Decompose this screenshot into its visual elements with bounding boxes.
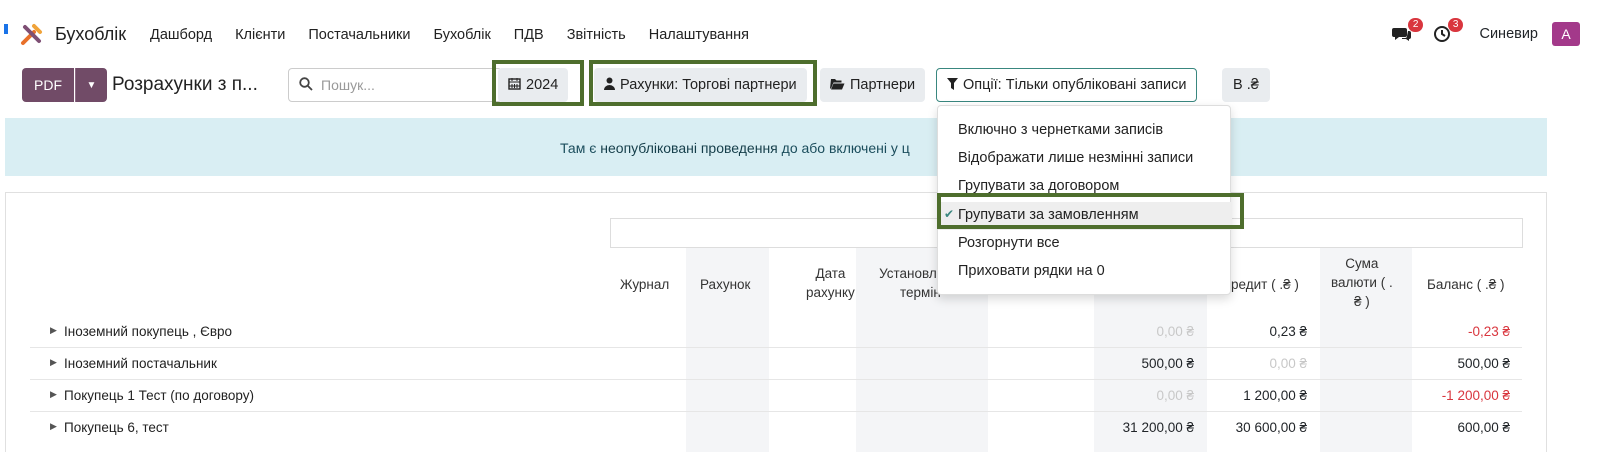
- menu-item-customers[interactable]: Клієнти: [235, 27, 285, 43]
- search-input[interactable]: [321, 77, 491, 93]
- partner-name: Іноземний постачальник: [64, 356, 217, 371]
- debit-value: 31 200,00 ₴: [1122, 420, 1194, 435]
- folder-open-icon: [830, 78, 845, 93]
- checkmark-icon: ✔: [944, 207, 955, 221]
- activity-clock-icon[interactable]: 3: [1429, 18, 1464, 46]
- balance-value: 500,00 ₴: [1457, 356, 1510, 371]
- balance-value: 600,00 ₴: [1457, 420, 1510, 435]
- company-switcher[interactable]: Синевир: [1479, 26, 1538, 42]
- col-due-line1: Установл: [879, 266, 937, 281]
- balance-value: -0,23 ₴: [1467, 324, 1510, 339]
- option-expand-all[interactable]: Розгорнути все: [958, 235, 1060, 251]
- partners-filter-label: Партнери: [850, 77, 916, 93]
- col-account: Рахунок: [700, 277, 751, 292]
- credit-value: 1 200,00 ₴: [1243, 388, 1307, 403]
- table-row[interactable]: ▶ Іноземний постачальник 500,00 ₴ 0,00 ₴…: [30, 348, 1522, 380]
- expand-caret-icon[interactable]: ▶: [50, 357, 57, 368]
- debit-value: 500,00 ₴: [1141, 356, 1194, 371]
- col-journal: Журнал: [620, 277, 670, 292]
- expand-caret-icon[interactable]: ▶: [50, 389, 57, 400]
- nav-accent-bar: [4, 24, 8, 34]
- app-title[interactable]: Бухоблік: [55, 24, 126, 45]
- menu-item-accounting[interactable]: Бухоблік: [434, 27, 491, 43]
- main-menu: Дашборд Клієнти Постачальники Бухоблік П…: [150, 27, 772, 43]
- options-filter-label: Опції: Тільки опубліковані записи: [963, 77, 1187, 93]
- col-invoice-date: Дата рахунку: [806, 264, 855, 302]
- top-navbar: Бухоблік Дашборд Клієнти Постачальники Б…: [0, 0, 1600, 52]
- table-row[interactable]: ▶ Іноземний покупець , Євро 0,00 ₴ 0,23 …: [30, 316, 1522, 348]
- caret-down-icon: ▼: [86, 79, 97, 91]
- unposted-entries-link[interactable]: неопубліковані проведення: [600, 140, 778, 156]
- col-amount-currency-line3: ₴ ): [1353, 294, 1370, 309]
- expand-caret-icon[interactable]: ▶: [50, 421, 57, 432]
- col-amount-currency: Сума валюти ( . ₴ ): [1331, 254, 1393, 311]
- export-dropdown-toggle[interactable]: ▼: [75, 68, 107, 102]
- expand-caret-icon[interactable]: ▶: [50, 325, 57, 336]
- user-icon: [604, 77, 615, 93]
- options-filter-button[interactable]: Опції: Тільки опубліковані записи: [936, 68, 1198, 102]
- currency-button[interactable]: В .₴: [1222, 68, 1270, 102]
- credit-value: 0,00 ₴: [1269, 356, 1307, 371]
- menu-item-dashboard[interactable]: Дашборд: [150, 27, 212, 43]
- menu-item-vendors[interactable]: Постачальники: [308, 27, 410, 43]
- user-avatar[interactable]: A: [1552, 22, 1580, 46]
- partner-name: Іноземний покупець , Євро: [64, 324, 233, 339]
- col-invoice-date-line2: рахунку: [806, 285, 855, 300]
- option-include-drafts[interactable]: Включно з чернетками записів: [958, 122, 1163, 138]
- options-dropdown-menu: Включно з чернетками записів Відображати…: [937, 105, 1232, 295]
- menu-item-reporting[interactable]: Звітність: [567, 27, 626, 43]
- date-filter-button[interactable]: 2024: [498, 68, 569, 102]
- search-icon: [299, 76, 313, 94]
- credit-value: 0,23 ₴: [1269, 324, 1307, 339]
- alert-prefix: Там є: [560, 140, 601, 156]
- col-due-line2: термін: [900, 285, 941, 300]
- navbar-systray: 2 3 Синевир A: [1389, 18, 1580, 46]
- debit-value: 0,00 ₴: [1156, 324, 1194, 339]
- app-logo-icon[interactable]: [20, 22, 44, 46]
- date-filter-label: 2024: [526, 77, 559, 93]
- alert-text: Там є неопубліковані проведення до або в…: [560, 140, 910, 156]
- control-panel: PDF ▼ Розрахунки з п... 2024 Рахунки: То…: [0, 60, 1600, 110]
- option-unmodified-only[interactable]: Відображати лише незмінні записи: [958, 150, 1193, 166]
- unposted-entries-alert: Там є неопубліковані проведення до або в…: [5, 118, 1547, 176]
- search-box[interactable]: [288, 68, 502, 102]
- filter-funnel-icon: [947, 77, 958, 93]
- partner-name: Покупець 6, тест: [64, 420, 169, 435]
- credit-value: 30 600,00 ₴: [1235, 420, 1307, 435]
- col-invoice-date-line1: Дата: [815, 266, 846, 281]
- partners-filter-button[interactable]: Партнери: [820, 68, 926, 102]
- col-amount-currency-line2: валюти ( .: [1331, 275, 1393, 290]
- option-group-by-order[interactable]: Групувати за замовленням: [958, 207, 1139, 223]
- table-row[interactable]: ▶ Покупець 6, тест 31 200,00 ₴ 30 600,00…: [30, 412, 1522, 444]
- accounts-filter-label: Рахунки: Торгові партнери: [620, 77, 797, 93]
- table-row[interactable]: ▶ Покупець 1 Тест (по договору) 0,00 ₴ 1…: [30, 380, 1522, 412]
- partner-name: Покупець 1 Тест (по договору): [64, 388, 255, 403]
- col-due-date: Установл термін: [875, 264, 941, 302]
- messages-badge: 2: [1407, 18, 1424, 32]
- option-group-by-contract[interactable]: Групувати за договором: [958, 178, 1119, 194]
- col-credit: редит ( .₴ ): [1231, 277, 1299, 292]
- alert-suffix: до або включені у ц: [777, 140, 910, 156]
- balance-value: -1 200,00 ₴: [1441, 388, 1510, 403]
- calendar-icon: [508, 77, 521, 93]
- menu-item-settings[interactable]: Налаштування: [649, 27, 749, 43]
- activity-badge: 3: [1447, 18, 1464, 32]
- pdf-button[interactable]: PDF: [22, 68, 74, 102]
- col-amount-currency-line1: Сума: [1345, 256, 1379, 271]
- messages-icon[interactable]: 2: [1389, 18, 1424, 46]
- menu-item-vat[interactable]: ПДВ: [514, 27, 544, 43]
- report-title: Розрахунки з п...: [112, 74, 258, 95]
- debit-value: 0,00 ₴: [1156, 388, 1194, 403]
- option-hide-zero-lines[interactable]: Приховати рядки на 0: [958, 263, 1105, 279]
- col-balance: Баланс ( .₴ ): [1427, 277, 1505, 292]
- accounts-filter-button[interactable]: Рахунки: Торгові партнери: [594, 68, 807, 102]
